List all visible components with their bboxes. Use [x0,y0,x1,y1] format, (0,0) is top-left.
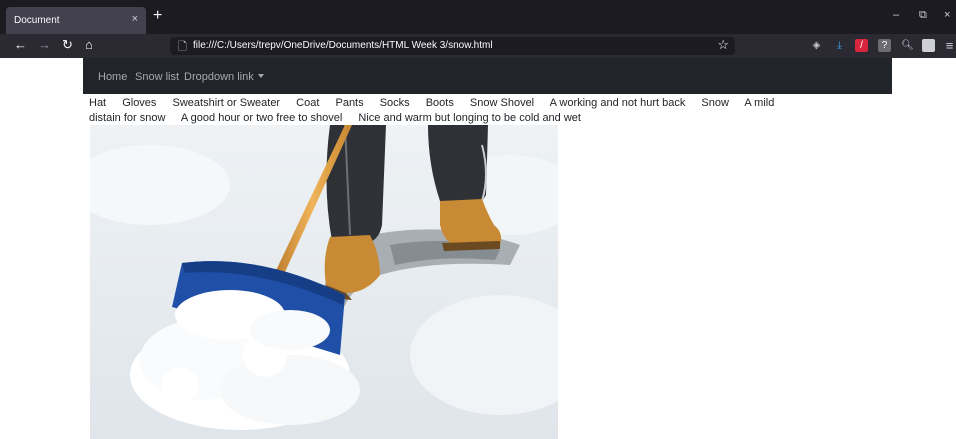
tab-close-icon[interactable]: × [132,13,138,25]
menu-icon[interactable]: ≡ [943,39,956,52]
nav-dropdown-link[interactable]: Dropdown link [184,71,264,83]
list-item: Gloves [122,97,157,109]
extension-grey-icon[interactable]: ? [878,39,891,52]
close-window-icon[interactable]: × [944,9,950,21]
zoom-icon[interactable]: 🔍︎ [901,39,914,52]
nav-home-link[interactable]: Home [98,71,127,83]
list-item: Boots [425,97,454,109]
list-item: Socks [379,97,410,109]
list-item: Snow [701,97,729,109]
nav-snow-list-link[interactable]: Snow list [135,71,179,83]
list-item: Nice and warm but longing to be cold and… [358,112,581,124]
forward-icon[interactable]: → [38,37,51,53]
pocket-icon[interactable]: ◈ [810,39,823,52]
list-item: Coat [296,97,320,109]
restore-icon[interactable]: ⧉ [919,9,927,22]
extension-white-icon[interactable] [922,39,935,52]
list-item: Sweatshirt or Sweater [172,97,281,109]
dropdown-label: Dropdown link [184,71,254,83]
list-item: Snow Shovel [469,97,535,109]
bookmark-star-icon[interactable]: ☆ [717,37,729,53]
browser-toolbar: ← → ↻ ⌂ 🗋 file:///C:/Users/trepv/OneDriv… [0,34,956,58]
new-tab-button[interactable]: + [153,8,162,24]
list-item: A working and not hurt back [549,97,686,109]
back-icon[interactable]: ← [14,37,27,53]
list-item: A good hour or two free to shovel [180,112,343,124]
list-item: Pants [335,97,364,109]
list-item: Hat [89,97,107,109]
caret-down-icon [257,74,264,78]
page-icon: 🗋 [178,41,187,53]
extension-red-icon[interactable]: / [855,39,868,52]
home-icon[interactable]: ⌂ [85,37,93,53]
tab-title: Document [14,15,60,26]
browser-tab-bar: Document × + – ⧉ × [0,0,956,34]
snow-shovel-photo [90,125,558,439]
reload-icon[interactable]: ↻ [62,37,73,53]
site-navbar: Home Snow list Dropdown link [83,58,892,94]
address-bar[interactable]: 🗋 file:///C:/Users/trepv/OneDrive/Docume… [170,37,735,55]
browser-tab[interactable]: Document × [6,7,146,34]
address-url[interactable]: file:///C:/Users/trepv/OneDrive/Document… [193,40,493,51]
minimize-icon[interactable]: – [893,9,899,21]
download-icon[interactable]: ⤓ [833,39,846,52]
snow-list: Hat Gloves Sweatshirt or Sweater Coat Pa… [89,96,809,126]
